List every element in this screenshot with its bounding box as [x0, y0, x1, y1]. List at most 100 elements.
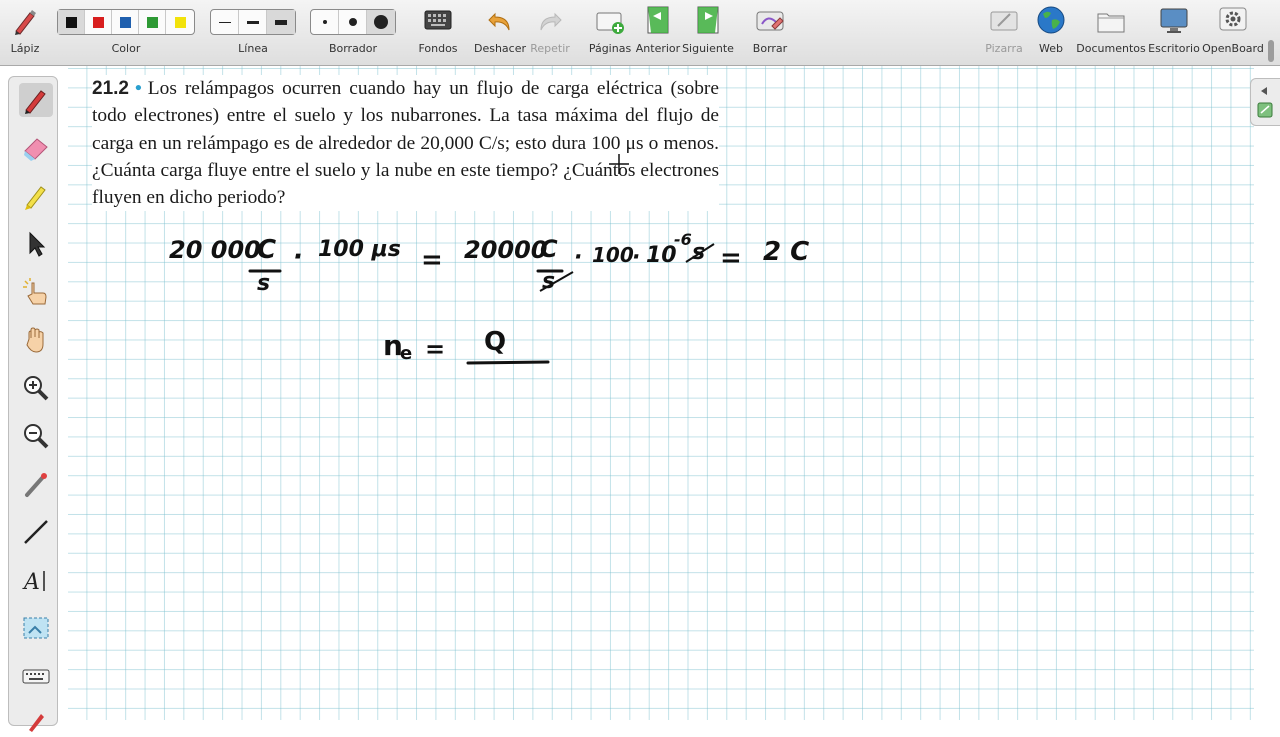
hw-n-subscript: e: [400, 343, 413, 364]
openboard-label: OpenBoard: [1202, 42, 1264, 55]
eraser-small-option[interactable]: [311, 10, 339, 34]
pages-button[interactable]: Páginas: [589, 0, 631, 66]
text-icon: A: [22, 570, 45, 595]
hw-equals-1: =: [421, 245, 443, 275]
dock-keyboard-tool[interactable]: [19, 659, 53, 693]
more-tools-icon: [29, 714, 44, 732]
keyboard-icon: [22, 669, 50, 684]
left-tool-dock: A: [0, 66, 60, 732]
hw-exponent: -6: [674, 230, 692, 249]
laser-pointer-icon: [25, 473, 47, 497]
openboard-menu-button[interactable]: OpenBoard: [1202, 0, 1264, 66]
color-black-swatch[interactable]: [58, 10, 85, 34]
settings-gear-icon: [1219, 7, 1247, 31]
web-button[interactable]: Web: [1033, 0, 1069, 66]
dock-laser-pointer-tool[interactable]: [19, 467, 53, 501]
dock-line-tool[interactable]: [19, 515, 53, 549]
dock-hand-tool[interactable]: [19, 323, 53, 357]
hw-unit-s: s: [257, 271, 271, 296]
hw-unit-c-2: C: [540, 235, 558, 263]
eraser-size-tool: Borrador: [310, 0, 396, 66]
line-width-tool: Línea: [210, 0, 296, 66]
eraser-large-option[interactable]: [367, 10, 395, 34]
highlighter-icon: [25, 186, 46, 210]
capture-icon: [23, 617, 49, 639]
pen-tool[interactable]: Lápiz: [8, 0, 42, 66]
tool-palette: A: [8, 76, 58, 732]
erase-board-icon: [756, 11, 784, 31]
backgrounds-button[interactable]: Fondos: [418, 0, 458, 66]
dock-text-tool[interactable]: A: [19, 563, 53, 597]
dock-more-tool[interactable]: [19, 703, 53, 737]
hw-dot-3: ·: [632, 245, 641, 270]
dock-zoom-in-tool[interactable]: [19, 371, 53, 405]
hw-unit-c: C: [257, 235, 277, 265]
eraser-label: Borrador: [328, 42, 378, 55]
main-toolbar: Lápiz Color Línea Borrador Fondos Deshac…: [0, 0, 1280, 66]
hw-ten: 10: [646, 243, 677, 268]
line-thin-option[interactable]: [211, 10, 239, 34]
dock-interact-tool[interactable]: [19, 275, 53, 309]
hw-rate: 20 000: [169, 236, 261, 264]
eraser-medium-option[interactable]: [339, 10, 367, 34]
documents-button[interactable]: Documentos: [1076, 0, 1146, 66]
color-tool: Color: [56, 0, 196, 66]
pen-icon: [25, 90, 46, 114]
pen-icon: [15, 10, 36, 35]
keyboard-grid-icon: [424, 10, 452, 30]
dock-eraser-tool[interactable]: [19, 131, 53, 165]
line-width-group: [210, 9, 296, 35]
hw-unit-s-2: s: [542, 269, 556, 294]
globe-icon: [1037, 6, 1065, 34]
line-thick-option[interactable]: [267, 10, 295, 34]
next-page-button[interactable]: Siguiente: [682, 0, 734, 66]
arrow-cursor-icon: [29, 231, 46, 257]
dock-highlighter-tool[interactable]: [19, 179, 53, 213]
cursor-crosshair: [609, 154, 629, 174]
previous-page-button[interactable]: Anterior: [636, 0, 680, 66]
color-palette: [57, 9, 195, 35]
zoom-in-icon: [24, 376, 49, 401]
dock-select-tool[interactable]: [19, 227, 53, 261]
hw-equals-2: =: [720, 243, 742, 273]
eraser-size-group: [310, 9, 396, 35]
monitor-icon: [1160, 8, 1188, 33]
pointing-hand-icon: [23, 278, 47, 305]
color-label: Color: [111, 42, 141, 55]
n-e-fraction-bar: [466, 360, 550, 365]
expand-arrow-icon: [1257, 87, 1273, 118]
color-blue-swatch[interactable]: [112, 10, 139, 34]
right-dock-handle[interactable]: [1250, 78, 1280, 126]
hw-equals-3: =: [425, 335, 446, 363]
hw-rate-2: 20000: [464, 236, 548, 264]
svg-text:A: A: [22, 570, 40, 595]
whiteboard-canvas[interactable]: 21.2 • Los relámpagos ocurren cuando hay u…: [68, 66, 1254, 720]
hw-dot-1: ·: [293, 242, 303, 272]
line-medium-option[interactable]: [239, 10, 267, 34]
hw-dot-2: ·: [574, 245, 583, 270]
toolbar-scroll-handle[interactable]: [1262, 0, 1280, 66]
dock-zoom-out-tool[interactable]: [19, 419, 53, 453]
folder-icon: [1097, 13, 1125, 33]
redo-button: Repetir: [530, 0, 570, 66]
next-page-icon: [697, 6, 719, 34]
eraser-icon: [24, 138, 48, 161]
color-green-swatch[interactable]: [139, 10, 166, 34]
hw-time: 100 μs: [318, 237, 401, 262]
erase-all-button[interactable]: Borrar: [752, 0, 788, 66]
undo-icon: [488, 12, 510, 31]
hw-result: 2 C: [763, 237, 810, 267]
hand-icon: [26, 327, 44, 353]
hw-hundred: 100: [592, 243, 634, 267]
dock-pen-tool[interactable]: [19, 83, 53, 117]
hw-q: Q: [484, 327, 507, 357]
color-red-swatch[interactable]: [85, 10, 112, 34]
desktop-button[interactable]: Escritorio: [1148, 0, 1200, 66]
previous-page-icon: [647, 6, 669, 34]
board-mode-button[interactable]: Pizarra: [985, 0, 1023, 66]
handwriting-ink-layer: [248, 154, 715, 365]
undo-button[interactable]: Deshacer: [474, 0, 526, 66]
line-icon: [24, 520, 48, 544]
dock-capture-tool[interactable]: [19, 611, 53, 645]
color-yellow-swatch[interactable]: [166, 10, 194, 34]
